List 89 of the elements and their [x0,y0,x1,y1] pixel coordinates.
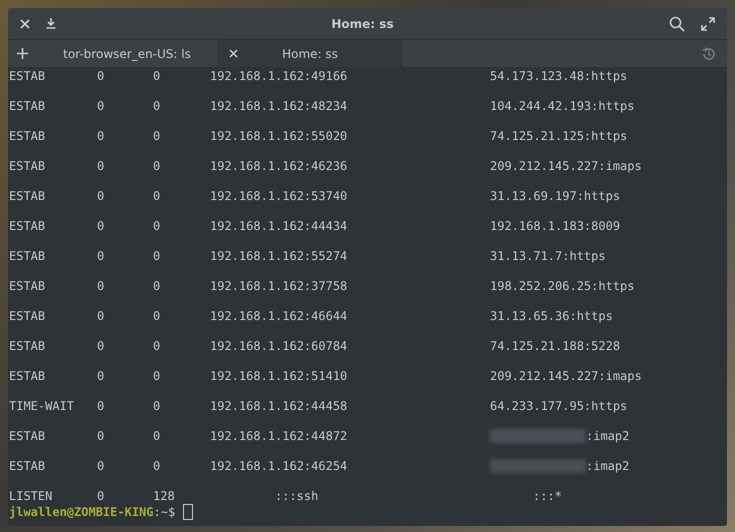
local-address: 192.168.1.162:49166 [210,69,348,85]
peer-address: :imap2 [586,459,630,473]
send-queue: 0 [153,279,162,295]
tab-label: tor-browser_en-US: ls [63,46,191,60]
tab[interactable]: Home: ss [219,40,402,67]
send-queue: 0 [153,99,162,115]
peer-address: 64.233.177.95:https [490,399,628,413]
peer-address: 198.252.206.25:https [490,279,634,293]
recv-queue: 0 [97,69,106,85]
local-address: 192.168.1.162:55274 [210,249,348,265]
peer-address: 31.13.69.197:https [490,189,620,203]
local-address: 192.168.1.162:46644 [210,309,348,325]
recv-queue: 0 [97,489,106,504]
recv-queue: 0 [97,339,106,355]
local-address: 192.168.1.162:46254 [210,459,348,475]
recv-queue: 0 [97,399,106,415]
local-address: 192.168.1.162:44872 [210,429,348,445]
local-address: :::ssh [274,489,320,504]
prompt-user-host: jlwallen@ZOMBIE-KING [9,505,154,519]
local-address: 192.168.1.162:60784 [210,339,348,355]
send-queue: 0 [153,459,162,475]
peer-address: 209.212.145.227:imaps [490,159,642,173]
recv-queue: 0 [97,249,106,265]
local-address: 192.168.1.162:53740 [210,189,348,205]
socket-state: ESTAB [9,129,46,145]
send-queue: 0 [153,309,162,325]
socket-state: ESTAB [9,369,46,385]
peer-address: 104.244.42.193:https [490,99,634,113]
socket-state: ESTAB [9,189,46,205]
recv-queue: 0 [97,99,106,115]
maximize-icon [701,16,715,30]
recv-queue: 0 [97,159,106,175]
recv-queue: 0 [97,369,106,385]
send-queue: 128 [153,489,176,504]
peer-address: 209.212.145.227:imaps [490,369,642,383]
recv-queue: 0 [97,189,106,205]
window-title: Home: ss [330,16,395,30]
socket-state: ESTAB [9,429,46,445]
peer-address: 31.13.71.7:https [490,249,606,263]
socket-state: TIME-WAIT [9,399,76,415]
local-address: 192.168.1.162:51410 [210,369,348,385]
send-queue: 0 [153,219,162,235]
socket-state: ESTAB [9,249,46,265]
tab-label: Home: ss [282,46,338,60]
send-queue: 0 [153,399,162,415]
socket-state: ESTAB [9,99,46,115]
download-icon [46,18,56,29]
recv-queue: 0 [97,129,106,145]
recv-queue: 0 [97,429,106,445]
recv-queue: 0 [97,219,106,235]
plus-icon [16,48,28,59]
local-address: 192.168.1.162:44458 [210,399,348,415]
socket-state: ESTAB [9,339,46,355]
local-address: 192.168.1.162:48234 [210,99,348,115]
peer-address: 54.173.123.48:https [490,69,628,83]
recv-queue: 0 [97,459,106,475]
history-icon[interactable] [701,46,717,62]
socket-state: ESTAB [9,279,46,295]
socket-state: ESTAB [9,219,46,235]
socket-state: ESTAB [9,309,46,325]
peer-address: 192.168.1.183:8009 [490,219,620,233]
send-queue: 0 [153,129,162,145]
text-cursor [183,504,194,520]
local-address: 192.168.1.162:44434 [210,219,348,235]
peer-address: 31.13.65.36:https [490,309,613,323]
socket-state: ESTAB [9,159,46,175]
send-queue: 0 [153,339,162,355]
peer-address: :::* [533,489,562,503]
recv-queue: 0 [97,309,106,325]
peer-address: :imap2 [586,429,630,443]
recv-queue: 0 [97,279,106,295]
send-queue: 0 [153,369,162,385]
local-address: 192.168.1.162:55020 [210,129,348,145]
send-queue: 0 [153,69,162,85]
send-queue: 0 [153,159,162,175]
local-address: 192.168.1.162:46236 [210,159,348,175]
peer-address: 74.125.21.125:https [490,129,628,143]
socket-state: LISTEN [9,489,54,504]
peer-address: 74.125.21.188:5228 [490,339,620,353]
local-address: 192.168.1.162:37758 [210,279,348,295]
close-icon[interactable] [229,49,238,58]
close-icon [20,18,30,28]
prompt-path: :~$ [154,505,176,519]
socket-state: ESTAB [9,69,46,85]
send-queue: 0 [153,249,162,265]
socket-state: ESTAB [9,459,46,475]
send-queue: 0 [153,189,162,205]
send-queue: 0 [153,429,162,445]
search-icon [669,16,685,32]
